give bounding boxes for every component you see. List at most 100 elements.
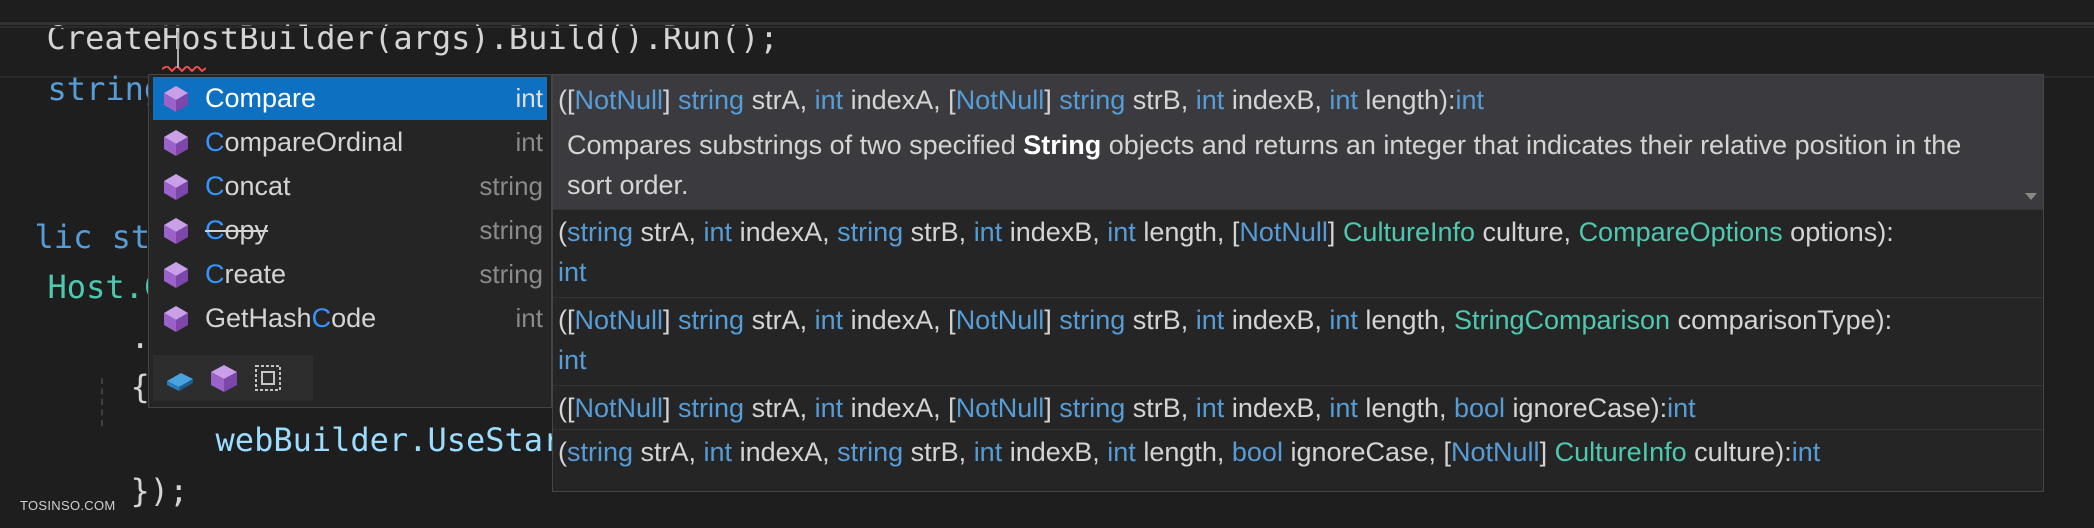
sig-text: ( <box>558 217 567 247</box>
completion-item-label: Compare <box>205 83 516 114</box>
sig-text: ([ <box>558 305 575 335</box>
code-keyword: string <box>47 70 164 108</box>
overload-line: ([NotNull] string strA, int indexA, [Not… <box>558 388 1696 428</box>
sig-text: strA, <box>633 217 704 247</box>
sig-text: ] <box>1044 393 1060 423</box>
sig-text: comparisonType): <box>1670 305 1893 335</box>
sig-keyword: string <box>1059 85 1126 115</box>
sig-keyword: int <box>558 345 587 375</box>
code-text: }); <box>130 472 189 510</box>
signature-overload[interactable]: (string strA, int indexA, string strB, i… <box>553 209 2043 298</box>
sig-keyword: int <box>1791 437 1821 467</box>
sig-type: CompareOptions <box>1578 217 1783 247</box>
completion-item-type: int <box>515 83 543 113</box>
completion-item-type: int <box>515 303 543 333</box>
sig-text: length, <box>1135 437 1232 467</box>
signature-overload[interactable]: ([NotNull] string strA, int indexA, [Not… <box>553 297 2043 386</box>
completion-item-label: Create <box>205 259 479 290</box>
selected-signature: ([NotNull] string strA, int indexA, [Not… <box>558 85 1484 116</box>
method-cube-icon <box>161 128 191 158</box>
overload-line: (string strA, int indexA, string strB, i… <box>558 432 1820 472</box>
sig-text: indexA, [ <box>843 85 956 115</box>
method-cube-icon <box>161 172 191 202</box>
signature-description: Compares substrings of two specified Str… <box>567 125 2007 205</box>
completion-filter-bar <box>153 355 313 401</box>
expand-chevron-icon[interactable] <box>2025 193 2037 200</box>
method-cube-icon <box>161 216 191 246</box>
sig-keyword: bool <box>1453 393 1506 423</box>
sig-type: CultureInfo <box>1554 437 1687 467</box>
error-squiggle <box>162 66 206 72</box>
sig-text: indexB, <box>1002 217 1108 247</box>
sig-keyword: string <box>678 305 745 335</box>
sig-keyword: int <box>703 217 733 247</box>
sig-attribute: NotNull <box>574 85 664 115</box>
sig-keyword: string <box>678 85 745 115</box>
sig-return-type: int <box>1455 85 1484 115</box>
label-prefix: GetHash <box>205 303 312 333</box>
completion-item-type: string <box>479 259 543 289</box>
label-rest: ompareOrdinal <box>224 127 404 157</box>
intellisense-completion-list[interactable]: Compare int CompareOrdinal int Concat string C… <box>148 74 552 408</box>
method-filter-icon[interactable] <box>207 361 241 395</box>
sig-keyword: int <box>814 305 844 335</box>
method-cube-icon <box>161 84 191 114</box>
signature-overload[interactable]: ([NotNull] string strA, int indexA, [Not… <box>553 385 2043 434</box>
sig-keyword: int <box>814 393 844 423</box>
signature-overload[interactable]: (string strA, int indexA, string strB, i… <box>553 429 2043 478</box>
completion-item[interactable]: Compare int <box>153 77 547 120</box>
completion-item[interactable]: GetHashCode int <box>153 297 547 340</box>
sig-text: ( <box>558 437 567 467</box>
sig-keyword: string <box>837 437 904 467</box>
sig-keyword: int <box>1195 305 1225 335</box>
sig-text: ([ <box>558 393 575 423</box>
label-rest: reate <box>224 259 287 289</box>
signature-help-panel[interactable]: ([NotNull] string strA, int indexA, [Not… <box>552 74 2044 492</box>
sig-text: ] <box>1044 305 1060 335</box>
sig-text: ] <box>1539 437 1555 467</box>
completion-item-type: string <box>479 171 543 201</box>
method-cube-icon <box>161 304 191 334</box>
sig-keyword: string <box>567 217 634 247</box>
sig-keyword: int <box>973 217 1003 247</box>
sig-type: StringComparison <box>1453 305 1671 335</box>
sig-text: ([ <box>558 85 575 115</box>
completion-item[interactable]: Create string <box>153 253 547 296</box>
completion-item-type: int <box>515 127 543 157</box>
sig-keyword: NotNull <box>1239 217 1328 247</box>
sig-keyword: int <box>1195 393 1225 423</box>
desc-text: Compares substrings of two specified <box>567 130 1024 160</box>
completion-item-label: CompareOrdinal <box>205 127 516 158</box>
completion-item[interactable]: Concat string <box>153 165 547 208</box>
sig-text: ] <box>1044 85 1060 115</box>
label-match: C <box>205 83 225 113</box>
sig-text: length, <box>1357 393 1454 423</box>
sig-keyword: bool <box>1231 437 1283 467</box>
snippet-filter-icon[interactable] <box>251 361 285 395</box>
sig-text: ] <box>663 85 679 115</box>
sig-text: length, [ <box>1135 217 1240 247</box>
sig-text: options): <box>1782 217 1894 247</box>
sig-text: indexA, <box>732 437 838 467</box>
sig-text: strA, <box>633 437 704 467</box>
sig-keyword: NotNull <box>574 305 664 335</box>
code-text: { <box>130 368 150 406</box>
label-match: C <box>311 303 332 333</box>
label-rest: ode <box>331 303 377 333</box>
sig-keyword: int <box>1107 437 1136 467</box>
extension-method-filter-icon[interactable] <box>163 361 197 395</box>
sig-text: indexB, <box>1224 85 1330 115</box>
completion-item[interactable]: CompareOrdinal int <box>153 121 547 164</box>
completion-item[interactable]: Copy string <box>153 209 547 252</box>
overload-line: int <box>558 252 587 292</box>
sig-type: CultureInfo <box>1342 217 1476 247</box>
selected-signature-header: ([NotNull] string strA, int indexA, [Not… <box>553 75 2043 209</box>
sig-keyword: NotNull <box>1451 437 1540 467</box>
completion-item-label: Copy <box>205 215 479 246</box>
watermark: TOSINSO.COM <box>20 498 116 513</box>
sig-text: strA, <box>744 393 815 423</box>
sig-text: indexA, [ <box>843 305 956 335</box>
sig-text: strB, <box>903 217 974 247</box>
text-cursor <box>177 32 179 68</box>
sig-keyword: string <box>1059 305 1126 335</box>
